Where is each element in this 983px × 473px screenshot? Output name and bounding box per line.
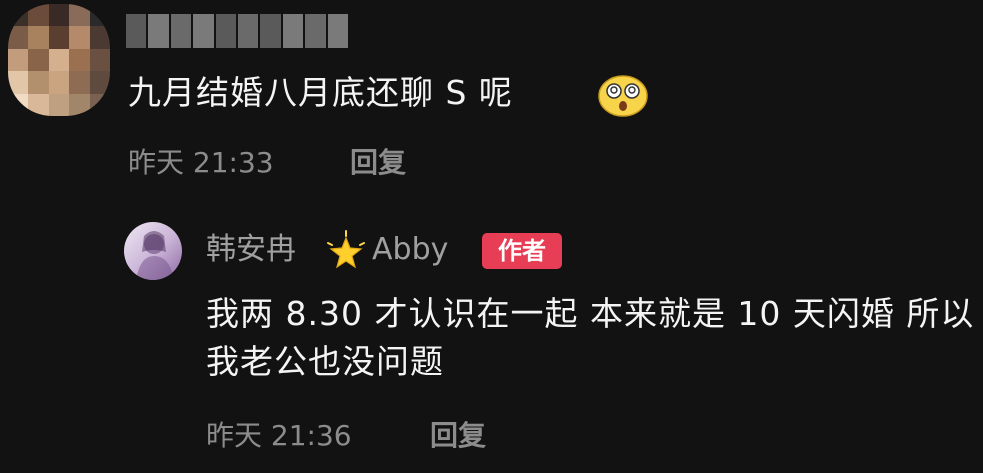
avatar-pixel xyxy=(8,4,29,27)
avatar-pixel xyxy=(8,48,29,72)
avatar-pixel xyxy=(28,4,49,27)
comment-text: 九月结婚八月底还聊 S 呢 xyxy=(128,73,513,112)
reply-comment-text: 我两 8.30 才认识在一起 本来就是 10 天闪婚 所以我老公也没问题 xyxy=(206,294,975,381)
author-avatar-image xyxy=(136,231,174,280)
avatar-pixel xyxy=(69,26,90,49)
author-avatar[interactable] xyxy=(124,222,182,280)
avatar-pixel xyxy=(89,4,110,27)
avatar-pixel xyxy=(48,26,70,49)
avatar-pixel xyxy=(89,71,110,94)
avatar-pixel xyxy=(69,71,90,94)
avatar-pixel xyxy=(48,48,70,72)
author-name[interactable]: 韩安冉 xyxy=(206,230,296,270)
avatar-pixel xyxy=(48,71,70,94)
author-badge: 作者 xyxy=(482,233,562,269)
commenter-username-blurred[interactable] xyxy=(126,14,349,48)
comment-timestamp: 昨天 21:33 xyxy=(128,146,274,179)
dizzy-face-emoji-icon xyxy=(598,75,648,117)
avatar-pixel xyxy=(89,26,110,49)
reply-button[interactable]: 回复 xyxy=(430,418,486,454)
avatar-pixel xyxy=(69,93,90,116)
avatar-pixel xyxy=(69,48,90,72)
avatar-pixel xyxy=(69,4,90,27)
avatar-pixel xyxy=(48,93,70,116)
avatar-pixel xyxy=(8,71,29,94)
avatar-pixel xyxy=(28,71,49,94)
avatar-pixel xyxy=(28,93,49,116)
avatar-pixel xyxy=(28,48,49,72)
avatar-pixel xyxy=(89,48,110,72)
author-name-suffix[interactable]: Abby xyxy=(372,230,448,270)
avatar-pixel xyxy=(89,93,110,116)
avatar-pixel xyxy=(8,26,29,49)
commenter-avatar[interactable] xyxy=(8,4,110,116)
avatar-pixel xyxy=(28,26,49,49)
reply-button[interactable]: 回复 xyxy=(350,145,406,181)
avatar-pixel xyxy=(48,4,70,27)
avatar-pixel xyxy=(8,93,29,116)
glowing-star-icon xyxy=(327,230,365,269)
reply-timestamp: 昨天 21:36 xyxy=(206,419,352,452)
